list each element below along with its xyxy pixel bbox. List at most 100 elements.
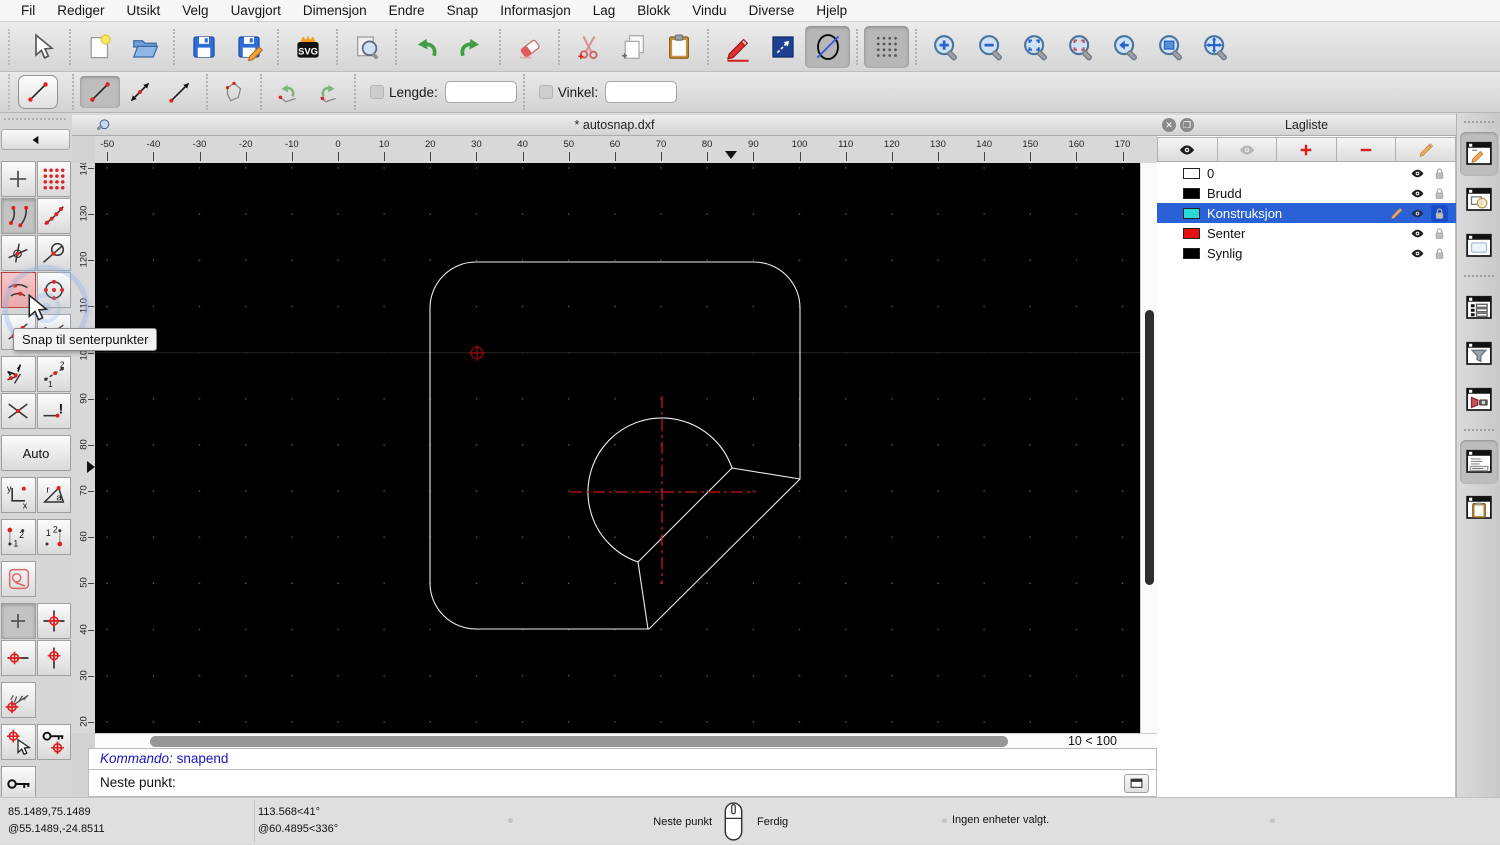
draft-mode-button[interactable]	[805, 25, 850, 68]
show-all-layers-button[interactable]	[1157, 137, 1218, 162]
dock-layer-list-button[interactable]	[1459, 132, 1498, 176]
layer-row-konstruksjon[interactable]: Konstruksjon	[1157, 203, 1456, 223]
menu-hjelp[interactable]: Hjelp	[805, 0, 858, 22]
copy-button[interactable]	[611, 26, 656, 68]
edit-layer-button[interactable]	[1396, 137, 1456, 162]
restrict-horizontal-button[interactable]	[1, 640, 36, 676]
layer-lock-icon[interactable]	[1431, 245, 1448, 262]
undo-segment-button[interactable]	[268, 76, 308, 108]
lock-relative-zero-button[interactable]	[36, 724, 71, 760]
dock-library-browser-button[interactable]	[1460, 224, 1498, 268]
new-document-button[interactable]	[77, 26, 122, 68]
coordinate-polar-button[interactable]: ra	[36, 477, 71, 513]
restrict-vertical-button[interactable]	[36, 640, 71, 676]
open-document-button[interactable]	[122, 26, 167, 68]
restrict-nothing-button[interactable]	[1, 603, 36, 639]
paste-button[interactable]	[656, 26, 701, 68]
undo-button[interactable]	[403, 26, 448, 68]
menu-uavgjort[interactable]: Uavgjort	[220, 0, 292, 22]
restrict-orthogonal-button[interactable]	[36, 603, 71, 639]
menu-dimensjon[interactable]: Dimensjon	[292, 0, 378, 22]
draw-order-button[interactable]	[1, 561, 36, 597]
hide-all-layers-button[interactable]	[1217, 137, 1278, 162]
menu-rediger[interactable]: Rediger	[46, 0, 115, 22]
layer-visibility-icon[interactable]	[1410, 206, 1425, 221]
polyline-close-button[interactable]	[214, 76, 254, 108]
menu-vindu[interactable]: Vindu	[681, 0, 737, 22]
select-window-button[interactable]	[760, 26, 805, 68]
select-pointer-button[interactable]	[18, 26, 63, 68]
layer-lock-icon[interactable]	[1431, 165, 1448, 182]
zoom-previous-button[interactable]	[1058, 26, 1103, 68]
remove-layer-button[interactable]	[1336, 137, 1397, 162]
layer-lock-icon[interactable]	[1431, 204, 1448, 222]
layer-visibility-icon[interactable]	[1410, 166, 1425, 181]
snap-angle-button[interactable]	[1, 356, 36, 392]
delete-selected-button[interactable]	[507, 26, 552, 68]
layer-visibility-icon[interactable]	[1410, 246, 1425, 261]
angle-input[interactable]	[605, 81, 678, 103]
layer-visibility-icon[interactable]	[1410, 226, 1425, 241]
relative-point-first-button[interactable]: 12	[1, 519, 36, 555]
print-preview-button[interactable]	[344, 26, 389, 68]
pen-attributes-button[interactable]	[715, 26, 760, 68]
line-current-tool-button[interactable]	[18, 75, 58, 109]
grid-toggle-button[interactable]	[864, 25, 909, 68]
layer-lock-icon[interactable]	[1431, 185, 1448, 202]
toolbar-drag-handle[interactable]	[8, 74, 10, 110]
redo-segment-button[interactable]	[308, 76, 348, 108]
line-both-arrows-button[interactable]	[120, 76, 160, 108]
dock-block-list-button[interactable]	[1460, 178, 1498, 222]
layer-row-0[interactable]: 0	[1157, 163, 1456, 183]
zoom-in-button[interactable]	[923, 26, 968, 68]
menu-fil[interactable]: Fil	[10, 0, 46, 22]
menu-utsikt[interactable]: Utsikt	[116, 0, 172, 22]
dock-filter-button[interactable]	[1460, 332, 1498, 376]
relative-point-second-button[interactable]: 12	[36, 519, 71, 555]
menu-velg[interactable]: Velg	[171, 0, 219, 22]
toolbar-drag-handle[interactable]	[4, 118, 66, 122]
close-panel-icon[interactable]: ✕	[1162, 118, 1176, 132]
zoom-out-button[interactable]	[968, 26, 1013, 68]
menu-endre[interactable]: Endre	[378, 0, 436, 22]
layer-row-synlig[interactable]: Synlig	[1157, 243, 1456, 263]
drawing-window-titlebar[interactable]: * autosnap.dxf	[72, 115, 1157, 136]
set-relative-zero-button[interactable]	[1, 724, 36, 760]
snap-tangent-button[interactable]	[36, 235, 71, 271]
layer-row-brudd[interactable]: Brudd	[1157, 183, 1456, 203]
horizontal-scrollbar[interactable]: 10 < 100	[95, 733, 1157, 748]
dock-entity-list-button[interactable]	[1460, 286, 1498, 330]
float-panel-icon[interactable]: ❐	[1180, 118, 1194, 132]
zoom-auto-button[interactable]	[1013, 26, 1058, 68]
snap-free-button[interactable]	[1, 161, 36, 197]
snap-toolbar-collapse-button[interactable]	[1, 129, 70, 150]
cut-button[interactable]	[566, 26, 611, 68]
snap-intersection-button[interactable]	[1, 393, 36, 429]
line-two-points-button[interactable]	[80, 76, 120, 108]
layer-panel-titlebar[interactable]: ✕ ❐ Lagliste	[1157, 115, 1456, 136]
snap-intersection-manual-button[interactable]: !	[36, 393, 71, 429]
dock-clipboard-button[interactable]	[1460, 486, 1498, 530]
length-input[interactable]	[444, 81, 517, 103]
toolbar-drag-handle[interactable]	[8, 28, 10, 65]
snap-on-entity-button[interactable]	[36, 198, 71, 234]
menu-snap[interactable]: Snap	[436, 0, 490, 22]
save-document-as-button[interactable]	[226, 26, 271, 68]
zoom-pan-button[interactable]	[1193, 26, 1238, 68]
menu-blokk[interactable]: Blokk	[626, 0, 681, 22]
save-document-button[interactable]	[181, 26, 226, 68]
menu-lag[interactable]: Lag	[582, 0, 627, 22]
angle-lock-toggle[interactable]	[538, 85, 553, 99]
menu-diverse[interactable]: Diverse	[738, 0, 806, 22]
snap-auto-button[interactable]: Auto	[1, 435, 71, 471]
export-svg-button[interactable]: SVG	[285, 26, 330, 68]
zoom-window-button[interactable]	[1148, 26, 1193, 68]
layer-edit-icon[interactable]	[1389, 206, 1404, 221]
dock-command-line-button[interactable]	[1459, 440, 1498, 484]
zoom-redraw-button[interactable]	[1103, 26, 1148, 68]
drawing-canvas[interactable]	[95, 163, 1140, 733]
snap-distance-button[interactable]: 12	[36, 356, 71, 392]
dock-beamer-button[interactable]	[1460, 378, 1498, 422]
add-layer-button[interactable]	[1277, 137, 1337, 162]
line-arrow-button[interactable]	[160, 76, 200, 108]
